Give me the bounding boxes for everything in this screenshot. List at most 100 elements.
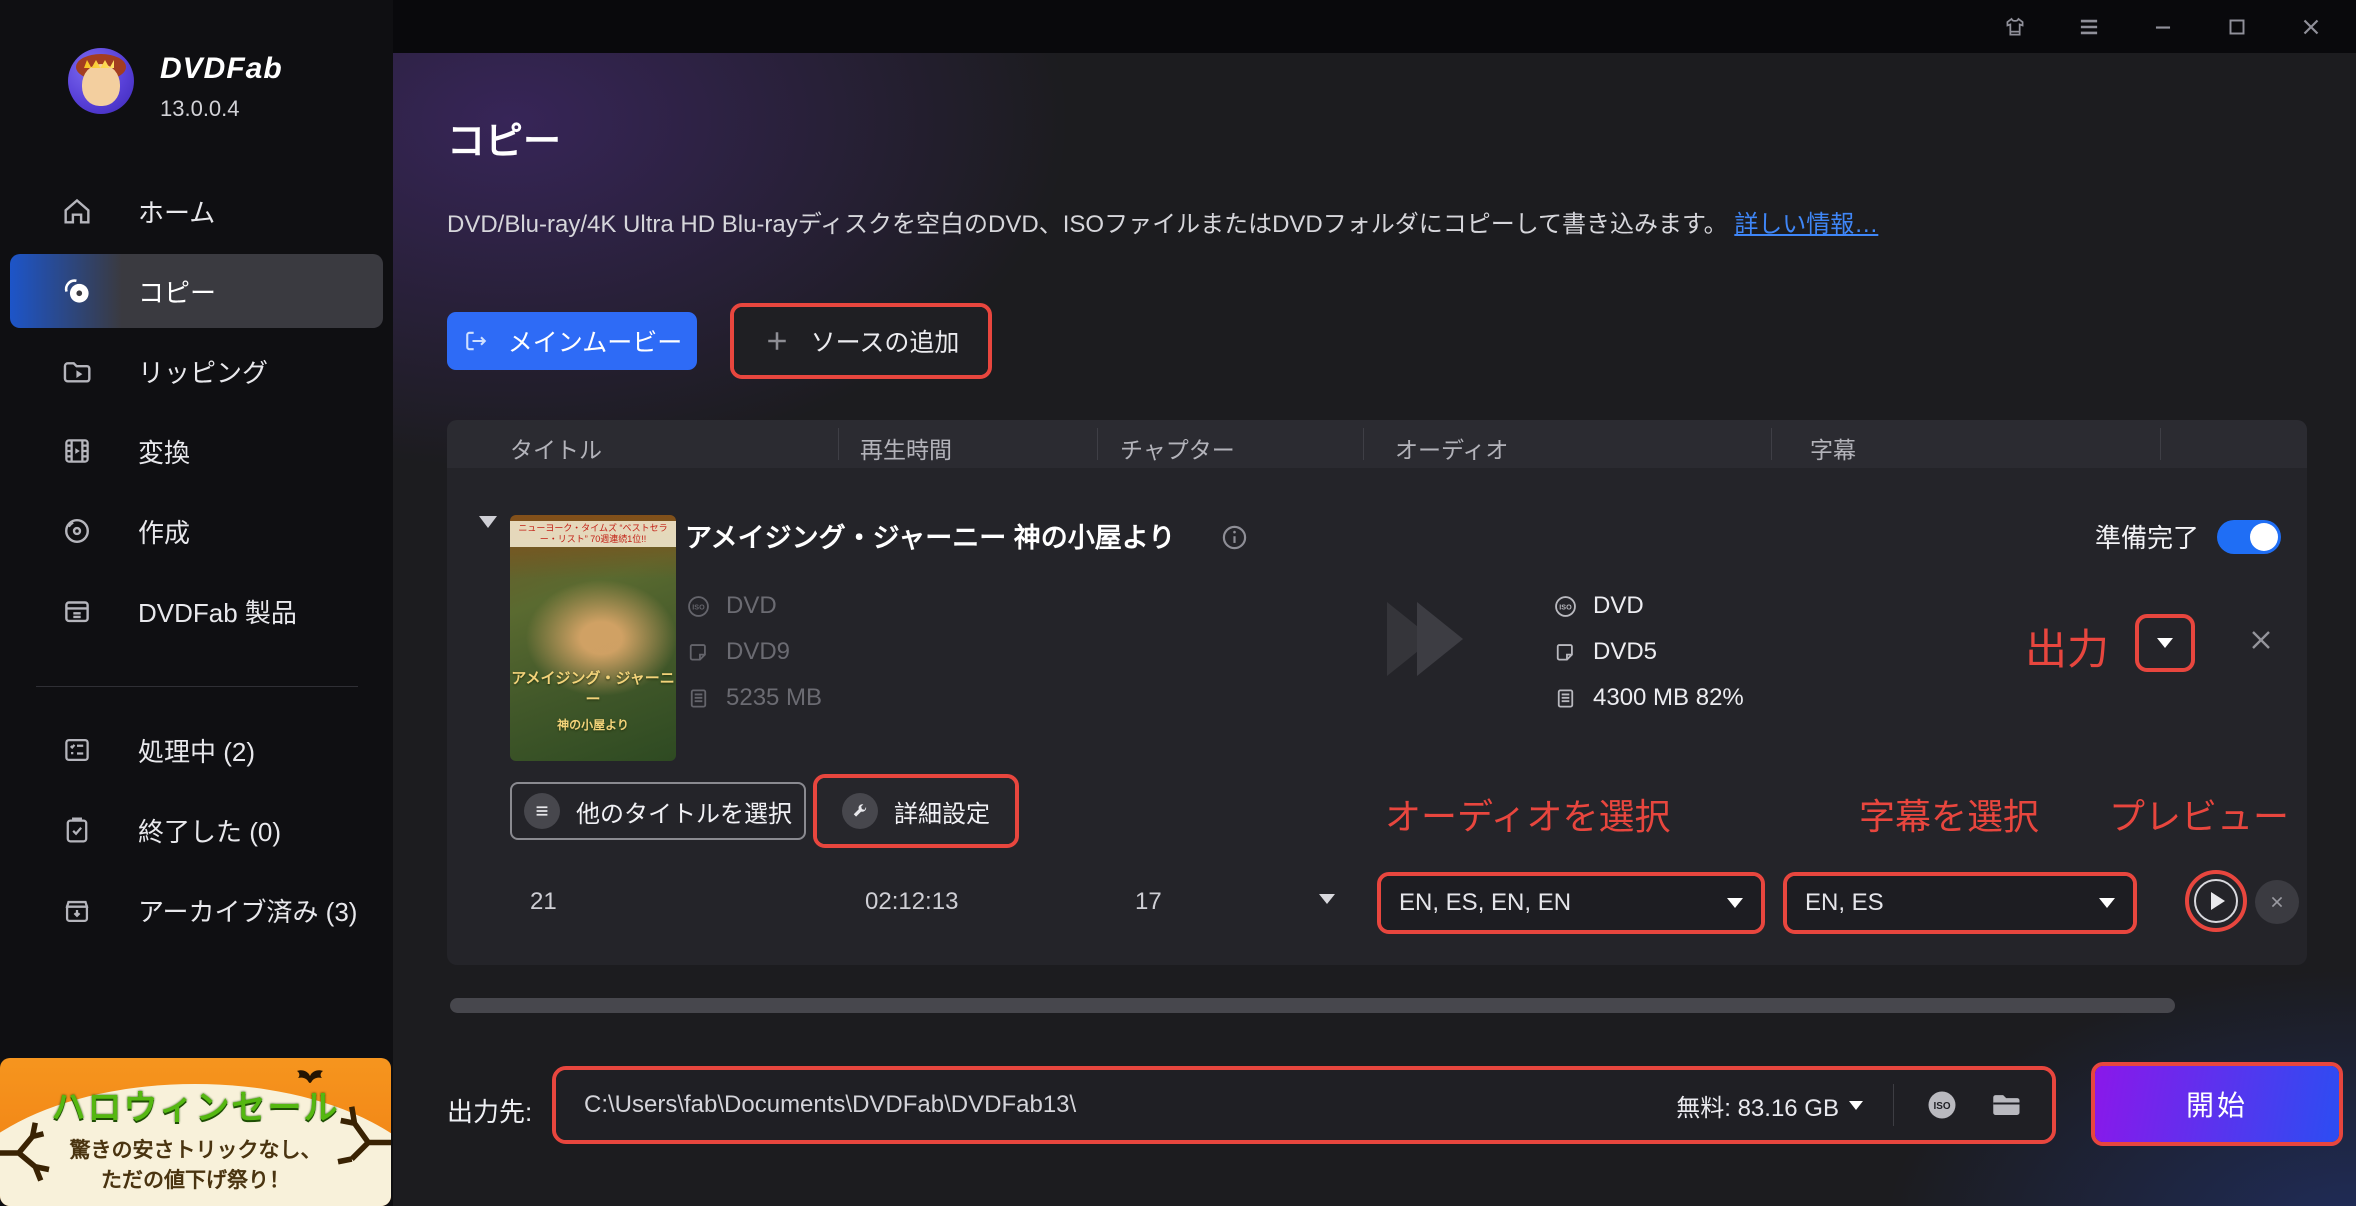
converter-film-icon [60, 434, 94, 468]
minimize-icon[interactable] [2150, 14, 2176, 40]
column-header-chapters: チャプター [1120, 431, 1235, 465]
source-disc-row: DVD9 [685, 634, 790, 670]
sidebar-item-label: コピー [138, 273, 216, 310]
ready-status: 準備完了 [2095, 518, 2281, 555]
free-space-dropdown[interactable]: 無料: 83.16 GB [1676, 1088, 1863, 1123]
sidebar-item-processing[interactable]: 処理中 (2) [0, 710, 393, 790]
horizontal-scrollbar[interactable] [450, 998, 2175, 1013]
maximize-icon[interactable] [2224, 14, 2250, 40]
app-logo: DVDFab 13.0.0.4 [68, 48, 283, 122]
size-list-icon [685, 685, 712, 712]
title-number-cell: 21 [530, 888, 557, 916]
output-format-row: ISO DVD [1552, 588, 1644, 624]
subtitle-select[interactable]: EN, ES [1787, 876, 2133, 930]
sidebar-item-label: 終了した (0) [138, 812, 281, 849]
sidebar-item-label: ホーム [138, 193, 215, 230]
sidebar-item-ripper[interactable]: リッピング [0, 331, 393, 411]
wrench-icon [842, 793, 878, 829]
chevron-down-icon [1727, 898, 1743, 908]
sidebar-item-finished[interactable]: 終了した (0) [0, 790, 393, 870]
chapters-cell: 17 [1135, 888, 1162, 916]
annotation-box-subtitle-select: EN, ES [1783, 872, 2137, 934]
source-size-row: 5235 MB [685, 680, 822, 716]
preview-play-button[interactable] [2194, 879, 2238, 923]
output-format: DVD [1593, 592, 1644, 620]
close-icon[interactable] [2298, 14, 2324, 40]
start-button[interactable]: 開始 [2095, 1066, 2339, 1142]
app-version: 13.0.0.4 [160, 96, 283, 122]
collapse-row-caret[interactable] [479, 516, 497, 528]
chevron-down-icon [2157, 638, 2173, 648]
main-movie-icon [462, 327, 490, 355]
output-path-field: C:\Users\fab\Documents\DVDFab\DVDFab13\ … [556, 1070, 2052, 1140]
header-separator [1363, 428, 1364, 460]
duration-cell: 02:12:13 [865, 888, 958, 916]
sidebar-item-home[interactable]: ホーム [0, 171, 393, 251]
copy-disc-icon [60, 274, 94, 308]
plus-icon [763, 327, 791, 355]
page-description: DVD/Blu-ray/4K Ultra HD Blu-rayディスクを空白のD… [447, 204, 1878, 239]
source-format: DVD [726, 592, 777, 620]
menu-icon[interactable] [2076, 14, 2102, 40]
main-movie-button[interactable]: メインムービー [447, 312, 697, 370]
remove-row-button[interactable] [2255, 880, 2299, 924]
sidebar-divider [36, 686, 358, 687]
output-profile-dropdown[interactable] [2135, 614, 2195, 672]
column-header-duration: 再生時間 [860, 431, 952, 465]
source-disc: DVD9 [726, 638, 790, 666]
sidebar-item-converter[interactable]: 変換 [0, 411, 393, 491]
sidebar-item-creator[interactable]: 作成 [0, 491, 393, 571]
main-movie-label: メインムービー [508, 323, 683, 359]
processing-list-icon [60, 733, 94, 767]
home-icon [60, 194, 94, 228]
toggle-knob [2250, 523, 2278, 551]
chevron-down-icon [2099, 898, 2115, 908]
annotation-box-output-path: C:\Users\fab\Documents\DVDFab\DVDFab13\ … [552, 1066, 2056, 1144]
sidebar-item-label: DVDFab 製品 [138, 593, 297, 630]
header-separator [838, 428, 839, 460]
banner-subtitle-line2: ただの値下げ祭り！ [0, 1164, 391, 1194]
info-icon[interactable] [1219, 522, 1250, 553]
remove-title-icon[interactable] [2245, 624, 2277, 656]
output-path-value[interactable]: C:\Users\fab\Documents\DVDFab\DVDFab13\ [584, 1091, 1076, 1119]
sidebar-item-copy[interactable]: コピー [0, 251, 393, 331]
ready-label: 準備完了 [2095, 518, 2199, 555]
audio-select[interactable]: EN, ES, EN, EN [1381, 876, 1761, 930]
theme-shirt-icon[interactable] [2002, 14, 2028, 40]
play-icon [2211, 892, 2225, 910]
sidebar-item-products[interactable]: DVDFab 製品 [0, 571, 393, 651]
sidebar-nav: ホーム コピー リッピング 変換 [0, 171, 393, 651]
svg-text:ISO: ISO [692, 602, 705, 611]
annotation-box-add-source: ソースの追加 [730, 303, 992, 379]
poster-title-line2: 神の小屋より [510, 716, 676, 733]
more-info-link[interactable]: 詳しい情報… [1734, 211, 1878, 238]
chapters-dropdown-caret[interactable] [1319, 894, 1335, 904]
table-header-row: タイトル 再生時間 チャプター オーディオ 字幕 [447, 420, 2307, 468]
sidebar-item-archived[interactable]: アーカイブ済み (3) [0, 870, 393, 950]
field-divider [1893, 1084, 1894, 1126]
save-as-iso-button[interactable]: ISO [1924, 1087, 1960, 1123]
advanced-settings-button[interactable]: 詳細設定 [817, 778, 1015, 844]
annotation-output-label: 出力 [2025, 616, 2109, 677]
ripper-folder-icon [60, 354, 94, 388]
sidebar-item-label: リッピング [138, 353, 268, 390]
save-to-folder-button[interactable] [1988, 1087, 2024, 1123]
page-title: コピー [447, 110, 561, 165]
chevron-down-icon [1849, 1101, 1863, 1110]
start-label: 開始 [2186, 1084, 2248, 1124]
choose-other-titles-button[interactable]: 他のタイトルを選択 [510, 782, 806, 840]
app-name: DVDFab [160, 52, 283, 86]
ready-toggle[interactable] [2217, 520, 2281, 554]
sidebar: DVDFab 13.0.0.4 ホーム コピー リッピン [0, 0, 393, 1206]
movie-title: アメイジング・ジャーニー 神の小屋より [685, 516, 1175, 555]
add-source-label: ソースの追加 [811, 323, 960, 359]
title-list-icon [524, 793, 560, 829]
svg-text:ISO: ISO [1559, 602, 1572, 611]
column-header-subtitle: 字幕 [1810, 431, 1856, 465]
halloween-sale-banner[interactable]: ハロウィンセール 驚きの安さトリックなし、 ただの値下げ祭り！ [0, 1058, 391, 1206]
disc-type-icon [685, 639, 712, 666]
annotation-box-advanced-settings: 詳細設定 [813, 774, 1019, 848]
add-source-button[interactable]: ソースの追加 [734, 307, 988, 375]
annotation-box-audio-select: EN, ES, EN, EN [1377, 872, 1765, 934]
disc-type-icon [1552, 639, 1579, 666]
